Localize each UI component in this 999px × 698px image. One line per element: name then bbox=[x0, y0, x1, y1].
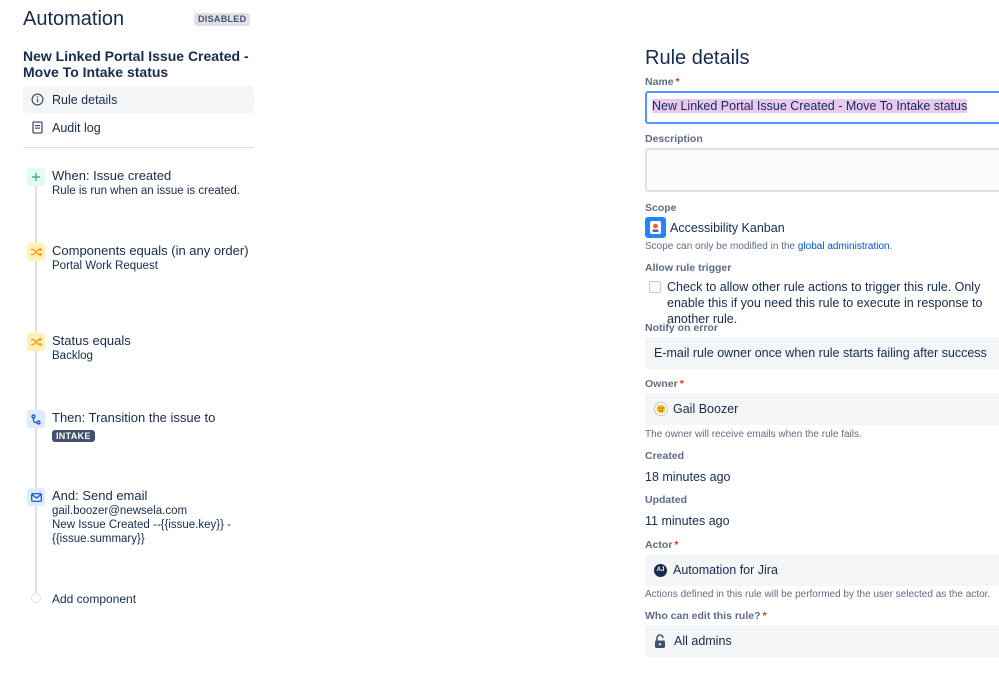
component-detail: Backlog bbox=[52, 350, 93, 362]
updated-value: 11 minutes ago bbox=[645, 514, 730, 528]
status-lozenge: INTAKE bbox=[52, 430, 95, 442]
section-heading: Rule details bbox=[645, 47, 750, 69]
shuffle-icon bbox=[27, 243, 45, 261]
editors-select[interactable]: All admins bbox=[645, 625, 999, 657]
component-timeline bbox=[35, 168, 37, 596]
scope-name: Accessibility Kanban bbox=[670, 220, 785, 235]
actor-helper: Actions defined in this rule will be per… bbox=[645, 589, 991, 600]
shuffle-icon bbox=[27, 333, 45, 351]
nav-item-audit-log[interactable]: Audit log bbox=[23, 114, 254, 141]
unlock-icon bbox=[654, 633, 666, 649]
component-detail: Portal Work Request bbox=[52, 260, 158, 272]
nav-item-rule-details[interactable]: Rule details bbox=[23, 86, 254, 113]
scope-helper: Scope can only be modified in the global… bbox=[645, 241, 893, 252]
global-administration-link[interactable]: global administration bbox=[798, 241, 890, 252]
nav-item-label: Audit log bbox=[52, 120, 101, 135]
rule-title: New Linked Portal Issue Created - Move T… bbox=[23, 48, 249, 80]
info-icon bbox=[23, 93, 52, 106]
nav-item-label: Rule details bbox=[52, 92, 118, 107]
allow-trigger-text: Check to allow other rule actions to tri… bbox=[667, 280, 983, 326]
component-detail: New Issue Created --{{issue.key}} - {{is… bbox=[52, 519, 231, 545]
nav-divider bbox=[23, 147, 254, 148]
component-detail: Rule is run when an issue is created. bbox=[52, 185, 240, 197]
description-label: Description bbox=[645, 133, 703, 145]
name-label: Name * bbox=[645, 76, 680, 88]
component-title: Then: Transition the issue to bbox=[52, 410, 216, 425]
project-avatar-icon bbox=[645, 217, 666, 238]
owner-helper: The owner will receive emails when the r… bbox=[645, 429, 862, 440]
notify-label: Notify on error bbox=[645, 322, 718, 334]
description-textarea[interactable] bbox=[645, 148, 999, 192]
component-title: Status equals bbox=[52, 333, 131, 348]
add-component-button[interactable]: Add component bbox=[52, 592, 136, 606]
owner-select[interactable]: Gail Boozer bbox=[645, 393, 999, 425]
allow-trigger-label: Allow rule trigger bbox=[645, 262, 732, 274]
actor-avatar: AJ bbox=[654, 563, 667, 577]
component-detail: gail.boozer@newsela.com bbox=[52, 505, 188, 517]
actor-select[interactable]: AJ Automation for Jira bbox=[645, 554, 999, 586]
allow-trigger-checkbox[interactable] bbox=[649, 281, 661, 293]
scope-label: Scope bbox=[645, 202, 677, 214]
owner-value: Gail Boozer bbox=[673, 402, 739, 416]
actor-label: Actor * bbox=[645, 539, 679, 551]
mail-icon bbox=[27, 488, 45, 506]
created-value: 18 minutes ago bbox=[645, 470, 731, 484]
plus-icon bbox=[27, 168, 45, 186]
name-value: New Linked Portal Issue Created - Move T… bbox=[652, 99, 968, 113]
notify-select[interactable]: E-mail rule owner once when rule starts … bbox=[645, 337, 999, 369]
updated-label: Updated bbox=[645, 494, 687, 506]
actor-value: Automation for Jira bbox=[673, 563, 778, 577]
document-icon bbox=[23, 121, 52, 134]
editors-label: Who can edit this rule? * bbox=[645, 610, 767, 622]
editors-value: All admins bbox=[674, 634, 732, 648]
component-title: When: Issue created bbox=[52, 168, 172, 183]
add-component-dot[interactable] bbox=[31, 593, 41, 603]
scope-value: Accessibility Kanban bbox=[645, 217, 785, 238]
name-input[interactable]: New Linked Portal Issue Created - Move T… bbox=[645, 91, 999, 124]
component-title: And: Send email bbox=[52, 488, 148, 503]
transition-icon bbox=[27, 410, 45, 428]
created-label: Created bbox=[645, 450, 685, 462]
owner-label: Owner * bbox=[645, 378, 684, 390]
page-title: Automation bbox=[23, 8, 125, 30]
owner-avatar bbox=[654, 402, 668, 416]
component-title: Components equals (in any order) bbox=[52, 243, 249, 258]
status-badge: DISABLED bbox=[194, 13, 251, 26]
notify-value: E-mail rule owner once when rule starts … bbox=[654, 346, 987, 360]
